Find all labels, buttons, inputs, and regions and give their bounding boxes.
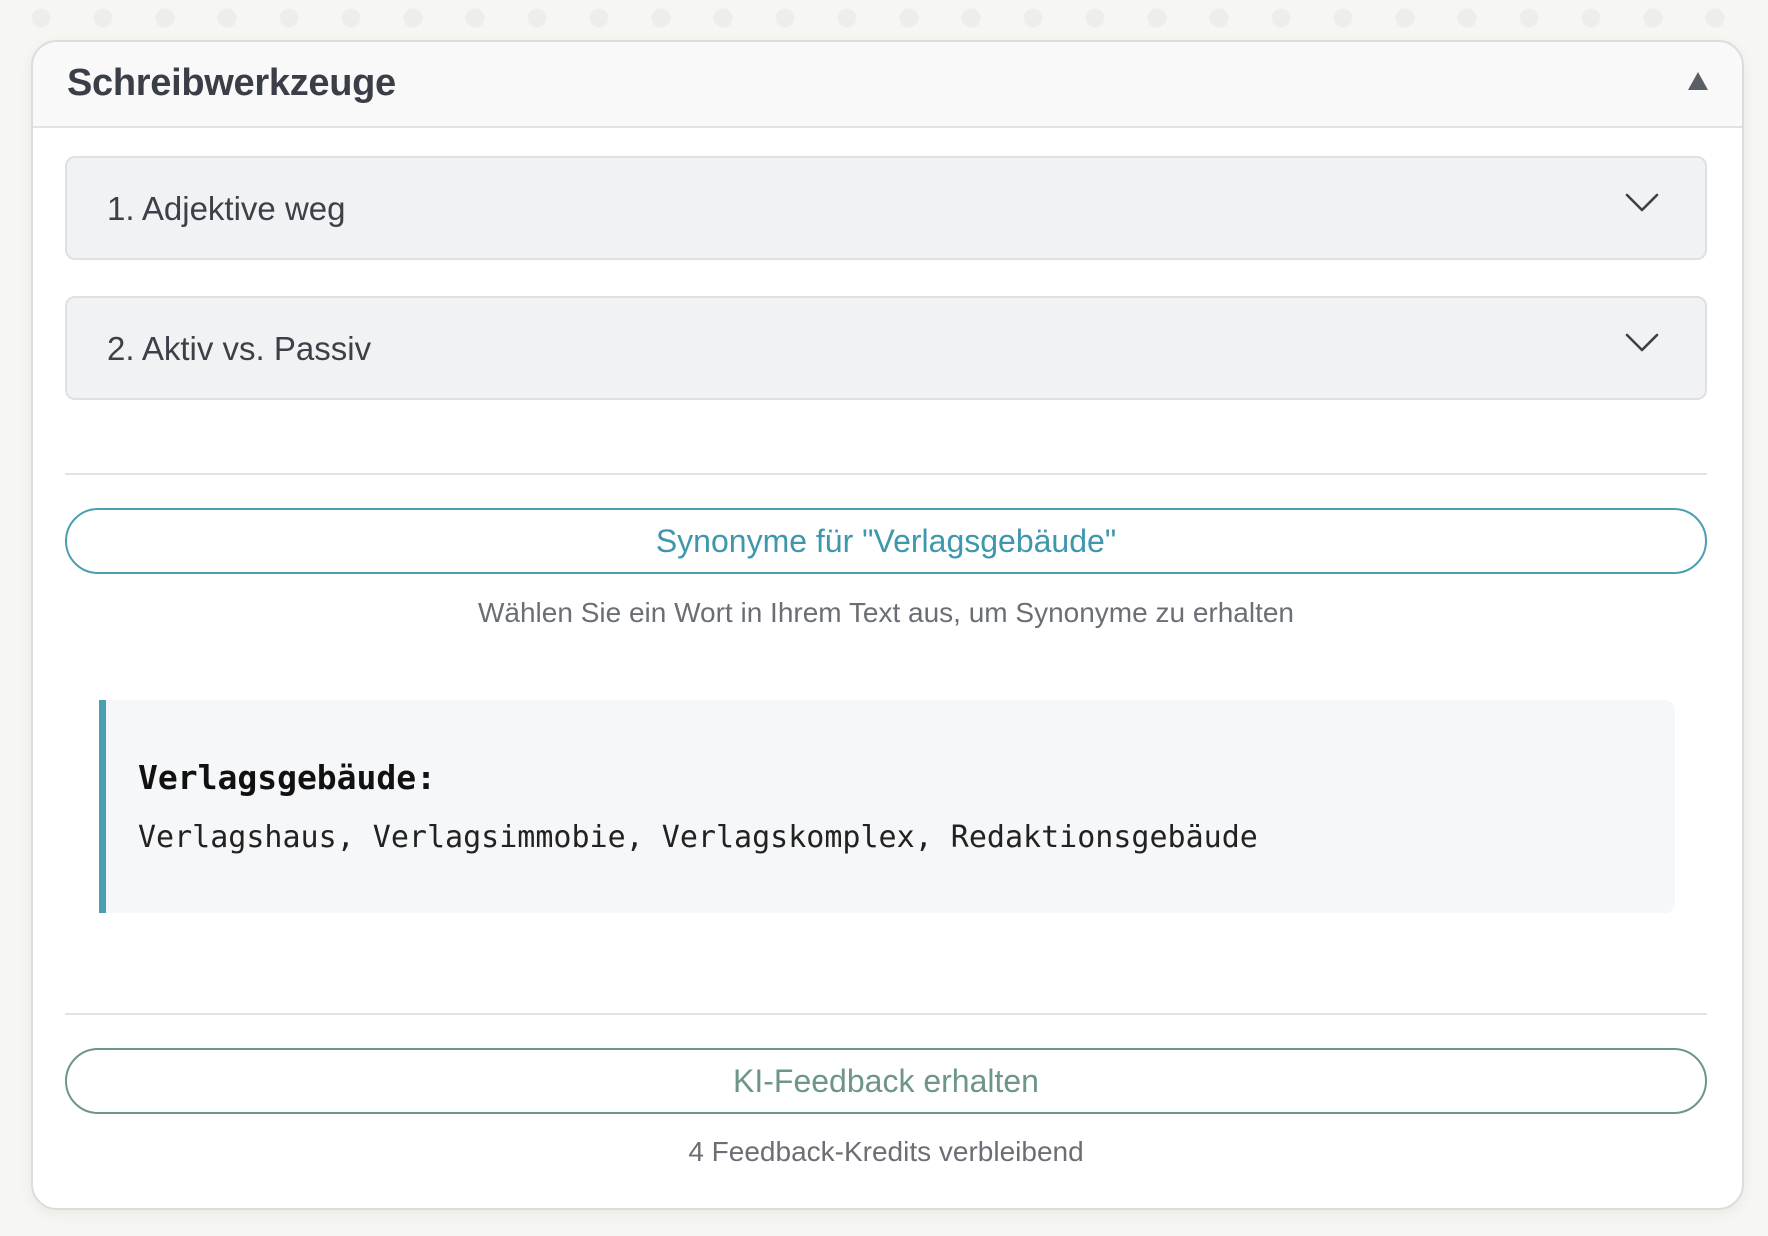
synonyms-hint: Wählen Sie ein Wort in Ihrem Text aus, u…	[477, 597, 1295, 628]
accordion-label: 1. Adjektive weg	[107, 190, 346, 227]
section-divider	[65, 1013, 1707, 1015]
synonym-result-list: Verlagshaus, Verlagsimmobie, Verlagskomp…	[138, 820, 1258, 855]
synonym-result-card: Verlagsgebäude: Verlagshaus, Verlagsimmo…	[99, 700, 1675, 913]
section-divider	[65, 473, 1707, 475]
feedback-credits: 4 Feedback-Kredits verbleibend	[688, 1136, 1084, 1167]
panel-header[interactable]: Schreibwerkzeuge	[33, 42, 1742, 128]
panel-title: Schreibwerkzeuge	[67, 62, 396, 104]
writing-tools-panel: Schreibwerkzeuge 1. Adjektive weg 2. Akt…	[31, 40, 1744, 1210]
accordion-item-aktiv-passiv[interactable]: 2. Aktiv vs. Passiv	[65, 296, 1707, 400]
chevron-down-icon	[1625, 333, 1659, 352]
chevron-down-icon	[1625, 193, 1659, 212]
triangle-up-icon[interactable]	[1688, 72, 1708, 90]
synonyms-button[interactable]: Synonyme für "Verlagsgebäude"	[65, 508, 1707, 574]
accordion-label: 2. Aktiv vs. Passiv	[107, 330, 372, 367]
accordion-item-adjektive[interactable]: 1. Adjektive weg	[65, 156, 1707, 260]
synonym-result-word: Verlagsgebäude:	[138, 758, 437, 797]
ai-feedback-button[interactable]: KI-Feedback erhalten	[65, 1048, 1707, 1114]
